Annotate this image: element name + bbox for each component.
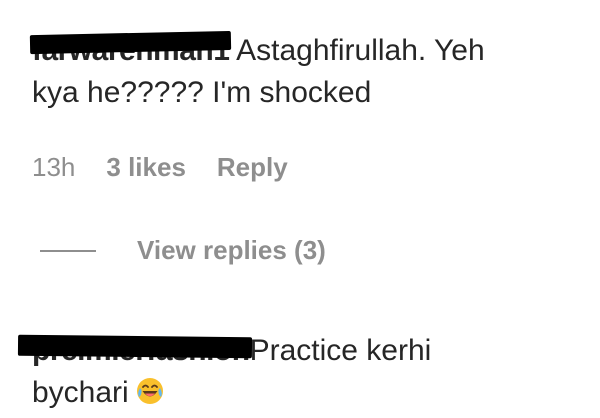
comment-body: farwarehman1 Astaghfirullah. Yeh kya he?… bbox=[29, 30, 592, 114]
comment-text-line-1: Astaghfirullah. Yeh bbox=[236, 34, 485, 67]
username-link[interactable]: preimierfashion bbox=[17, 330, 252, 372]
comment: preimierfashion Practice kerhi bychari bbox=[17, 330, 592, 414]
username-link[interactable]: farwarehman1 bbox=[29, 30, 232, 72]
comment: farwarehman1 Astaghfirullah. Yeh kya he?… bbox=[29, 30, 592, 114]
comment-timestamp: 13h bbox=[32, 152, 76, 182]
comment-text-line-2: bychari bbox=[32, 376, 129, 409]
view-replies-label[interactable]: View replies (3) bbox=[137, 235, 326, 266]
comment-meta: 13h 3 likes Reply bbox=[32, 152, 288, 183]
comment-body: preimierfashion Practice kerhi bychari bbox=[17, 330, 592, 414]
replies-divider-line bbox=[40, 249, 96, 252]
comment-text-line-1: Practice kerhi bbox=[249, 334, 432, 367]
view-replies-button[interactable]: View replies (3) bbox=[40, 235, 326, 266]
redaction-bar bbox=[17, 334, 252, 359]
reply-button[interactable]: Reply bbox=[217, 152, 288, 183]
laughing-tears-emoji-icon bbox=[135, 376, 165, 406]
likes-count-button[interactable]: 3 likes bbox=[106, 152, 186, 183]
comment-text-line-2: kya he????? I'm shocked bbox=[32, 76, 372, 109]
